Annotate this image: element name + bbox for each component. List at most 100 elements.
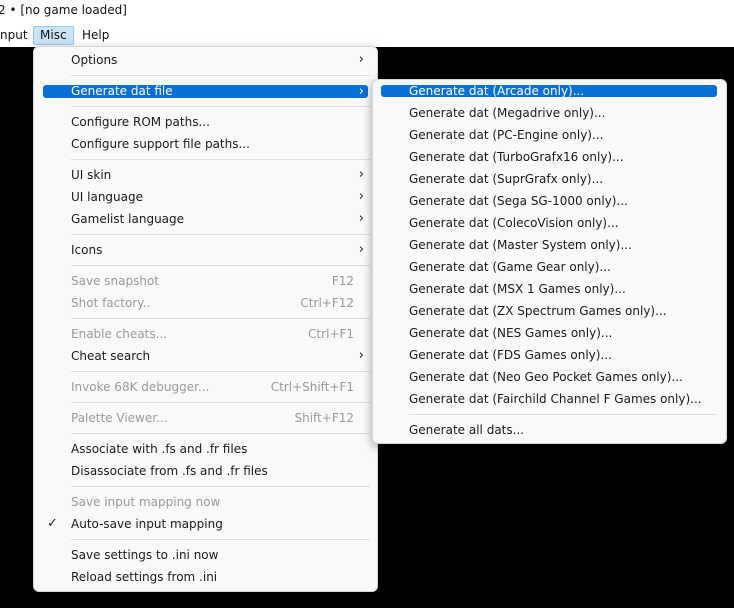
menu-separator — [71, 106, 370, 107]
menu-item-associate[interactable]: Associate with .fs and .fr files — [43, 439, 368, 459]
menu-item-label: Configure ROM paths... — [71, 115, 210, 129]
submenu-item-turbografx16[interactable]: Generate dat (TurboGrafx16 only)... — [381, 147, 717, 167]
menu-item-disassociate[interactable]: Disassociate from .fs and .fr files — [43, 461, 368, 481]
menubar-help[interactable]: Help — [76, 27, 115, 44]
chevron-right-icon: › — [358, 167, 364, 182]
menu-item-shot-factory[interactable]: Shot factory.. Ctrl+F12 — [43, 293, 368, 313]
misc-menu: Options › Generate dat file › Configure … — [33, 46, 378, 592]
menu-item-label: Generate dat (FDS Games only)... — [409, 348, 612, 362]
menu-item-label: Disassociate from .fs and .fr files — [71, 464, 268, 478]
menu-separator — [71, 234, 370, 235]
submenu-item-colecovision[interactable]: Generate dat (ColecoVision only)... — [381, 213, 717, 233]
submenu-item-zx-spectrum[interactable]: Generate dat (ZX Spectrum Games only)... — [381, 301, 717, 321]
menubar-input[interactable]: nput — [0, 27, 34, 44]
menu-item-label: Cheat search — [71, 349, 151, 363]
menu-item-label: Generate dat (Master System only)... — [409, 238, 632, 252]
menu-item-options[interactable]: Options › — [43, 50, 368, 70]
menu-item-label: Generate dat (Sega SG-1000 only)... — [409, 194, 628, 208]
menu-separator — [71, 318, 370, 319]
menubar: nput Misc Help — [0, 24, 734, 47]
menu-item-label: Auto-save input mapping — [71, 517, 223, 531]
menu-item-auto-save-input[interactable]: ✓ Auto-save input mapping — [43, 514, 368, 534]
menu-item-label: Generate all dats... — [409, 423, 525, 437]
menu-item-gamelist-language[interactable]: Gamelist language › — [43, 209, 368, 229]
menu-item-label: Associate with .fs and .fr files — [71, 442, 248, 456]
submenu-item-sega-sg1000[interactable]: Generate dat (Sega SG-1000 only)... — [381, 191, 717, 211]
menu-separator — [71, 159, 370, 160]
submenu-item-neo-geo-pocket[interactable]: Generate dat (Neo Geo Pocket Games only)… — [381, 367, 717, 387]
menu-item-generate-dat-file[interactable]: Generate dat file › — [43, 85, 368, 98]
menu-separator — [409, 414, 717, 415]
menu-item-ui-language[interactable]: UI language › — [43, 187, 368, 207]
menu-item-cheat-search[interactable]: Cheat search › — [43, 346, 368, 366]
menu-item-shortcut: Ctrl+Shift+F1 — [270, 380, 354, 394]
menu-item-configure-rom-paths[interactable]: Configure ROM paths... — [43, 112, 368, 132]
submenu-item-game-gear[interactable]: Generate dat (Game Gear only)... — [381, 257, 717, 277]
menu-item-label: UI skin — [71, 168, 112, 182]
menu-item-enable-cheats[interactable]: Enable cheats... Ctrl+F1 — [43, 324, 368, 344]
menu-item-ui-skin[interactable]: UI skin › — [43, 165, 368, 185]
menu-item-label: Icons — [71, 243, 103, 257]
menu-item-save-settings[interactable]: Save settings to .ini now — [43, 545, 368, 565]
menu-item-label: Generate dat (Arcade only)... — [409, 84, 585, 98]
menu-item-label: Generate dat file — [71, 84, 173, 98]
menu-item-label: UI language — [71, 190, 144, 204]
menu-item-shortcut: Shift+F12 — [294, 411, 354, 425]
menu-item-label: Generate dat (Megadrive only)... — [409, 106, 606, 120]
menu-item-label: Generate dat (Fairchild Channel F Games … — [409, 392, 702, 406]
menu-item-label: Gamelist language — [71, 212, 185, 226]
submenu-item-pc-engine[interactable]: Generate dat (PC-Engine only)... — [381, 125, 717, 145]
submenu-item-megadrive[interactable]: Generate dat (Megadrive only)... — [381, 103, 717, 123]
menu-item-configure-support-paths[interactable]: Configure support file paths... — [43, 134, 368, 154]
menu-separator — [71, 539, 370, 540]
window-titlebar: 2 • [no game loaded] — [0, 0, 734, 24]
menu-separator — [71, 402, 370, 403]
submenu-item-fds[interactable]: Generate dat (FDS Games only)... — [381, 345, 717, 365]
submenu-item-msx1[interactable]: Generate dat (MSX 1 Games only)... — [381, 279, 717, 299]
menu-item-label: Shot factory.. — [71, 296, 151, 310]
menu-item-save-snapshot[interactable]: Save snapshot F12 — [43, 271, 368, 291]
menu-item-shortcut: Ctrl+F1 — [308, 327, 354, 341]
chevron-right-icon: › — [358, 189, 364, 204]
menu-item-label: Generate dat (NES Games only)... — [409, 326, 613, 340]
menu-item-label: Generate dat (TurboGrafx16 only)... — [409, 150, 624, 164]
menu-separator — [71, 75, 370, 76]
chevron-right-icon: › — [358, 84, 364, 99]
menu-item-label: Generate dat (Neo Geo Pocket Games only)… — [409, 370, 683, 384]
menu-item-invoke-debugger[interactable]: Invoke 68K debugger... Ctrl+Shift+F1 — [43, 377, 368, 397]
menu-item-label: Configure support file paths... — [71, 137, 250, 151]
menu-separator — [71, 433, 370, 434]
checkmark-icon: ✓ — [47, 516, 58, 531]
menu-item-label: Save settings to .ini now — [71, 548, 219, 562]
menubar-misc[interactable]: Misc — [33, 26, 74, 45]
submenu-item-suprgrafx[interactable]: Generate dat (SuprGrafx only)... — [381, 169, 717, 189]
menu-item-palette-viewer[interactable]: Palette Viewer... Shift+F12 — [43, 408, 368, 428]
menu-item-label: Save input mapping now — [71, 495, 221, 509]
menu-item-reload-settings[interactable]: Reload settings from .ini — [43, 567, 368, 587]
chevron-right-icon: › — [358, 348, 364, 363]
menu-item-label: Palette Viewer... — [71, 411, 168, 425]
menu-item-label: Invoke 68K debugger... — [71, 380, 210, 394]
menu-item-save-input-mapping[interactable]: Save input mapping now — [43, 492, 368, 512]
menu-item-label: Generate dat (Game Gear only)... — [409, 260, 611, 274]
menu-item-label: Generate dat (ColecoVision only)... — [409, 216, 619, 230]
submenu-item-fairchild-channel-f[interactable]: Generate dat (Fairchild Channel F Games … — [381, 389, 717, 409]
menu-item-label: Generate dat (MSX 1 Games only)... — [409, 282, 626, 296]
menu-item-shortcut: Ctrl+F12 — [300, 296, 354, 310]
submenu-item-generate-all[interactable]: Generate all dats... — [381, 420, 717, 440]
menu-separator — [71, 371, 370, 372]
menu-separator — [71, 265, 370, 266]
submenu-item-arcade[interactable]: Generate dat (Arcade only)... — [381, 85, 717, 97]
menu-item-icons[interactable]: Icons › — [43, 240, 368, 260]
menu-item-label: Reload settings from .ini — [71, 570, 218, 584]
menu-item-label: Generate dat (SuprGrafx only)... — [409, 172, 604, 186]
menu-item-label: Enable cheats... — [71, 327, 168, 341]
submenu-item-master-system[interactable]: Generate dat (Master System only)... — [381, 235, 717, 255]
menu-item-shortcut: F12 — [331, 274, 354, 288]
menu-item-label: Options — [71, 53, 118, 67]
window-title: 2 • [no game loaded] — [0, 3, 127, 17]
menu-item-label: Generate dat (PC-Engine only)... — [409, 128, 604, 142]
menu-item-label: Save snapshot — [71, 274, 160, 288]
chevron-right-icon: › — [358, 52, 364, 67]
submenu-item-nes[interactable]: Generate dat (NES Games only)... — [381, 323, 717, 343]
